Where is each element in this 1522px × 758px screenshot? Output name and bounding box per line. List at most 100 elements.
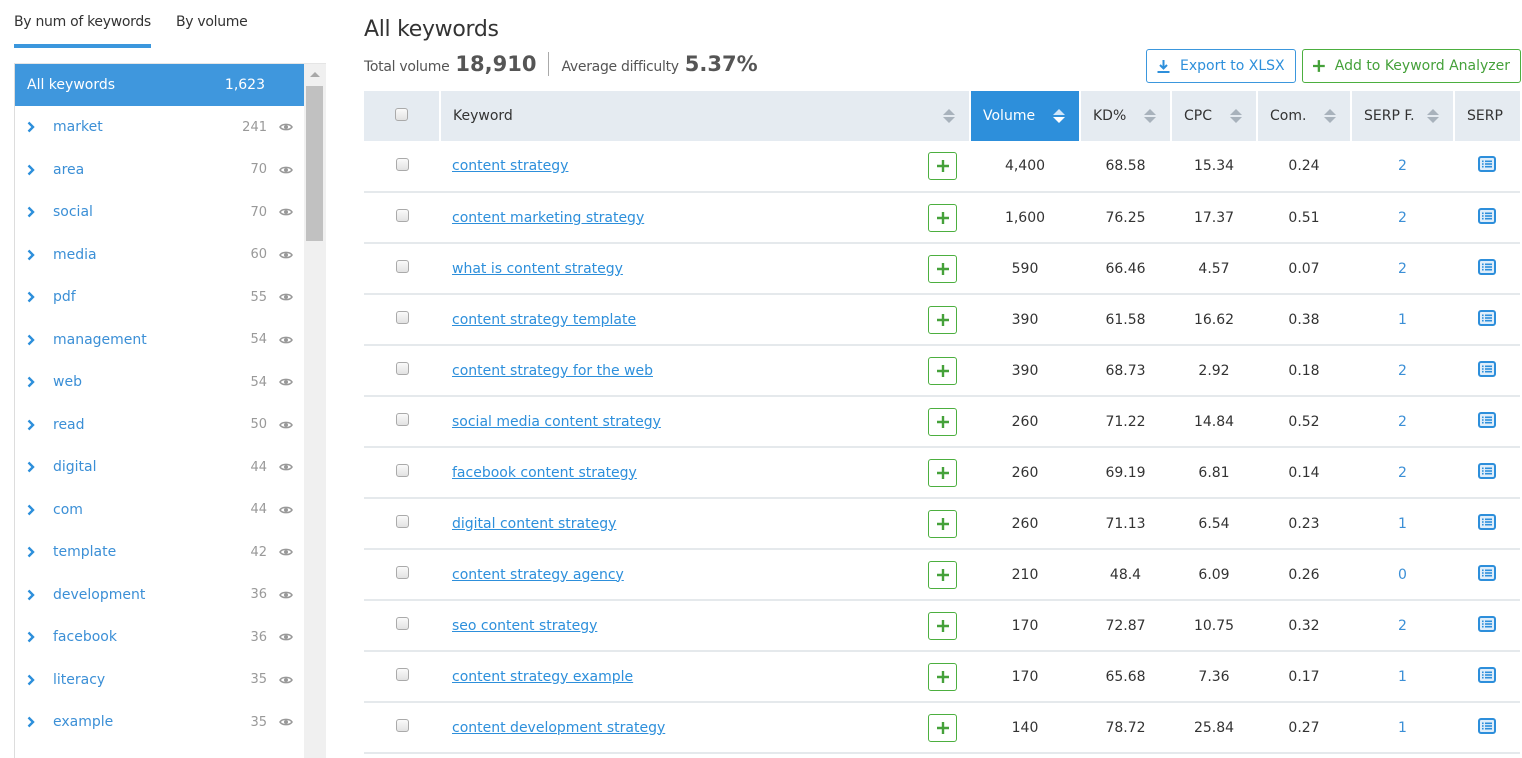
chevron-right-icon[interactable] [27, 504, 41, 516]
group-label[interactable]: literacy [53, 672, 227, 688]
group-item[interactable]: pdf 55 [15, 276, 305, 319]
row-checkbox[interactable] [395, 515, 409, 528]
export-xlsx-button[interactable]: Export to XLSX [1146, 49, 1296, 83]
chevron-right-icon[interactable] [27, 121, 41, 133]
add-keyword-button[interactable] [928, 509, 957, 538]
keyword-link[interactable]: content strategy example [452, 669, 633, 685]
add-keyword-button[interactable] [928, 560, 957, 589]
serp-features-cell[interactable]: 1 [1351, 702, 1454, 754]
serp-features-cell[interactable]: 2 [1351, 243, 1454, 295]
keyword-link[interactable]: social media content strategy [452, 414, 661, 430]
eye-icon[interactable] [279, 250, 293, 260]
keyword-link[interactable]: seo content strategy [452, 618, 597, 634]
group-item[interactable]: management 54 [15, 319, 305, 362]
eye-icon[interactable] [279, 505, 293, 515]
eye-icon[interactable] [279, 462, 293, 472]
sidebar-scrollbar[interactable] [304, 64, 326, 758]
chevron-right-icon[interactable] [27, 206, 41, 218]
serp-list-icon[interactable] [1478, 666, 1496, 683]
col-kd[interactable]: KD% [1080, 91, 1172, 141]
group-item[interactable]: digital 44 [15, 446, 305, 489]
serp-list-icon[interactable] [1478, 309, 1496, 326]
chevron-right-icon[interactable] [27, 631, 41, 643]
group-label[interactable]: media [53, 247, 227, 263]
chevron-right-icon[interactable] [27, 419, 41, 431]
serp-list-icon[interactable] [1478, 156, 1496, 172]
row-checkbox[interactable] [395, 617, 409, 630]
serp-list-icon[interactable] [1478, 615, 1496, 632]
serp-features-cell[interactable]: 2 [1351, 345, 1454, 397]
group-item[interactable]: social 70 [15, 191, 305, 234]
col-keyword[interactable]: Keyword [440, 91, 971, 141]
serp-list-icon[interactable] [1478, 513, 1496, 530]
add-keyword-button[interactable] [928, 305, 957, 334]
group-item[interactable]: com 44 [15, 489, 305, 532]
col-cpc[interactable]: CPC [1171, 91, 1258, 141]
serp-list-icon[interactable] [1478, 462, 1496, 479]
row-checkbox[interactable] [395, 668, 409, 681]
serp-list-icon[interactable] [1478, 717, 1496, 734]
eye-icon[interactable] [279, 675, 293, 685]
add-keyword-button[interactable] [928, 356, 957, 385]
row-checkbox[interactable] [395, 413, 409, 426]
add-keyword-button[interactable] [928, 662, 957, 691]
col-com[interactable]: Com. [1257, 91, 1352, 141]
add-keyword-button[interactable] [928, 407, 957, 436]
group-label[interactable]: pdf [53, 289, 227, 305]
group-label[interactable]: com [53, 502, 227, 518]
eye-icon[interactable] [279, 377, 293, 387]
add-keyword-button[interactable] [928, 203, 957, 232]
group-label[interactable]: development [53, 587, 227, 603]
serp-list-icon[interactable] [1478, 411, 1496, 428]
eye-icon[interactable] [279, 122, 293, 132]
scrollbar-thumb[interactable] [306, 86, 323, 241]
chevron-right-icon[interactable] [27, 334, 41, 346]
eye-icon[interactable] [279, 632, 293, 642]
eye-icon[interactable] [279, 547, 293, 557]
eye-icon[interactable] [279, 292, 293, 302]
group-label[interactable]: management [53, 332, 227, 348]
chevron-right-icon[interactable] [27, 546, 41, 558]
add-keyword-button[interactable] [928, 254, 957, 283]
group-item[interactable]: area 70 [15, 149, 305, 192]
row-checkbox[interactable] [395, 209, 409, 222]
tab-by-volume[interactable]: By volume [176, 14, 248, 48]
chevron-right-icon[interactable] [27, 716, 41, 728]
group-item[interactable]: literacy 35 [15, 659, 305, 702]
eye-icon[interactable] [279, 420, 293, 430]
keyword-link[interactable]: content marketing strategy [452, 210, 644, 226]
eye-icon[interactable] [279, 717, 293, 727]
group-label[interactable]: web [53, 374, 227, 390]
add-keyword-button[interactable] [928, 152, 957, 180]
serp-features-cell[interactable]: 2 [1351, 141, 1454, 193]
add-keyword-button[interactable] [928, 713, 957, 742]
group-item[interactable]: read 50 [15, 404, 305, 447]
chevron-right-icon[interactable] [27, 461, 41, 473]
keyword-link[interactable]: digital content strategy [452, 516, 616, 532]
select-all-checkbox[interactable] [395, 107, 408, 121]
row-checkbox[interactable] [395, 157, 409, 171]
group-item[interactable]: template 42 [15, 531, 305, 574]
serp-list-icon[interactable] [1478, 564, 1496, 581]
group-label[interactable]: area [53, 162, 227, 178]
serp-features-cell[interactable]: 2 [1351, 447, 1454, 499]
keyword-link[interactable]: facebook content strategy [452, 465, 637, 481]
add-to-keyword-analyzer-button[interactable]: Add to Keyword Analyzer [1302, 49, 1521, 83]
keyword-link[interactable]: content strategy for the web [452, 363, 653, 379]
eye-icon[interactable] [279, 335, 293, 345]
group-label[interactable]: facebook [53, 629, 227, 645]
row-checkbox[interactable] [395, 719, 409, 732]
eye-icon[interactable] [279, 207, 293, 217]
col-serp-features[interactable]: SERP F. [1351, 91, 1455, 141]
chevron-right-icon[interactable] [27, 376, 41, 388]
serp-features-cell[interactable]: 1 [1351, 294, 1454, 346]
row-checkbox[interactable] [395, 566, 409, 579]
row-checkbox[interactable] [395, 464, 409, 477]
keyword-link[interactable]: what is content strategy [452, 261, 623, 277]
keyword-link[interactable]: content strategy template [452, 312, 636, 328]
chevron-right-icon[interactable] [27, 674, 41, 686]
keyword-link[interactable]: content development strategy [452, 720, 665, 736]
row-checkbox[interactable] [395, 260, 409, 273]
serp-features-cell[interactable]: 0 [1351, 549, 1454, 601]
eye-icon[interactable] [279, 165, 293, 175]
